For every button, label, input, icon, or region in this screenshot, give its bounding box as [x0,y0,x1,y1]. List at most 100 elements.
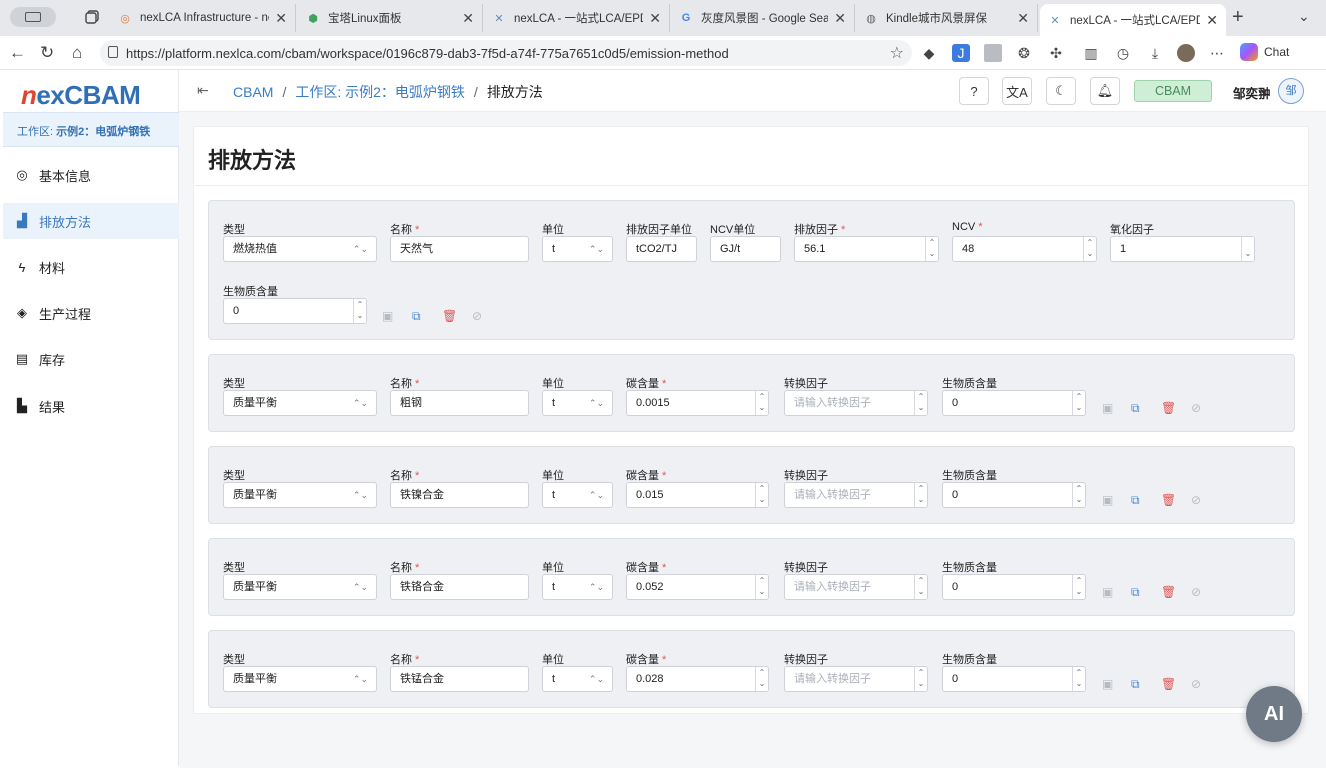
conversion-factor-input[interactable]: 请输入转换因子 ⌃ ⌄ [784,574,928,600]
puzzle-icon[interactable]: ✣ [1047,44,1065,62]
sidebar-toggle-icon[interactable] [10,7,56,27]
disable-icon[interactable]: ⊘ [1191,493,1201,507]
stepper-icon[interactable]: ⌃ ⌄ [914,391,927,415]
type-select[interactable]: 质量平衡 ⌃⌄ [223,390,377,416]
carbon-content-input[interactable]: 0.052 ⌃ ⌄ [626,574,769,600]
back-icon[interactable]: ← [9,43,26,63]
biomass-input[interactable]: 0 ⌃ ⌄ [942,666,1086,692]
extension-icon[interactable] [984,44,1002,62]
type-select[interactable]: 质量平衡 ⌃⌄ [223,666,377,692]
copy-icon[interactable]: ⧉ [1131,401,1140,416]
sidebar-item-inventory[interactable]: ▤ 库存 [3,341,179,377]
more-icon[interactable]: ⋯ [1208,44,1226,62]
unit-select[interactable]: t ⌃⌄ [542,390,613,416]
avatar[interactable]: 邹 [1278,78,1304,104]
sidebar-item-basic-info[interactable]: ◎ 基本信息 [3,157,179,193]
conversion-factor-input[interactable]: 请输入转换因子 ⌃ ⌄ [784,390,928,416]
copy-icon[interactable]: ⧉ [1131,585,1140,600]
ai-assistant-button[interactable]: AI [1246,686,1302,742]
download-icon[interactable]: ⤓ [1146,44,1164,62]
stepper-icon[interactable]: ⌃ ⌄ [914,667,927,691]
name-input[interactable]: 铁镍合金 [390,482,529,508]
close-tab-icon[interactable]: ✕ [1206,12,1218,29]
profile-avatar[interactable] [1177,44,1195,62]
disable-icon[interactable]: ⊘ [1191,677,1201,691]
unit-select[interactable]: t ⌃⌄ [542,574,613,600]
unit-select[interactable]: t ⌃⌄ [542,236,613,262]
ef-input[interactable]: 56.1 ⌃ ⌄ [794,236,939,262]
collapse-sidebar-icon[interactable]: ⇤ [197,82,209,99]
carbon-content-input[interactable]: 0.028 ⌃ ⌄ [626,666,769,692]
browser-tab[interactable]: ⬢ 宝塔Linux面板 ✕ [298,4,483,32]
delete-icon[interactable]: 🗑︎ [1161,585,1176,599]
stepper-icon[interactable]: ⌃ ⌄ [353,299,366,323]
name-input[interactable]: 天然气 [390,236,529,262]
save-icon[interactable]: ▣ [1102,493,1113,507]
close-tab-icon[interactable]: ✕ [649,10,661,27]
dark-mode-button[interactable]: ☾ [1046,77,1076,105]
carbon-content-input[interactable]: 0.015 ⌃ ⌄ [626,482,769,508]
copy-icon[interactable]: ⧉ [1131,677,1140,692]
notifications-button[interactable]: 🔔︎ [1090,77,1120,105]
disable-icon[interactable]: ⊘ [1191,585,1201,599]
stepper-icon[interactable]: ⌃ ⌄ [755,667,768,691]
reload-icon[interactable]: ↻ [40,43,54,63]
tab-actions-icon[interactable] [84,9,100,25]
history-icon[interactable]: ◷ [1114,44,1132,62]
url-field[interactable]: https://platform.nexlca.com/cbam/workspa… [100,40,912,66]
stepper-icon[interactable]: ⌃ ⌄ [1083,237,1096,261]
stepper-icon[interactable]: ⌃ ⌄ [755,391,768,415]
browser-tab[interactable]: ◍ Kindle城市风景屏保 ✕ [856,4,1038,32]
sidebar-item-materials[interactable]: ϟ 材料 [3,249,179,285]
stepper-icon[interactable]: ⌃ ⌄ [1072,483,1085,507]
disable-icon[interactable]: ⊘ [1191,401,1201,415]
save-icon[interactable]: ▣ [1102,677,1113,691]
delete-icon[interactable]: 🗑︎ [1161,401,1176,415]
name-input[interactable]: 铁锰合金 [390,666,529,692]
extension-icon[interactable]: ❂ [1015,44,1033,62]
sidebar-item-results[interactable]: ▙ 结果 [3,388,179,424]
breadcrumb-cbam[interactable]: CBAM [233,84,273,100]
type-select[interactable]: 质量平衡 ⌃⌄ [223,482,377,508]
conversion-factor-input[interactable]: 请输入转换因子 ⌃ ⌄ [784,666,928,692]
close-tab-icon[interactable]: ✕ [1017,10,1029,27]
delete-icon[interactable]: 🗑︎ [442,309,457,323]
close-tab-icon[interactable]: ✕ [275,10,287,27]
delete-icon[interactable]: 🗑︎ [1161,677,1176,691]
type-select[interactable]: 质量平衡 ⌃⌄ [223,574,377,600]
copy-icon[interactable]: ⧉ [412,309,421,324]
biomass-input[interactable]: 0 ⌃ ⌄ [942,390,1086,416]
stepper-icon[interactable]: ⌄ [1241,237,1254,261]
extension-icon[interactable]: J [952,44,970,62]
sidebar-item-emission-method[interactable]: ▟ 排放方法 [3,203,179,239]
biomass-input[interactable]: 0 ⌃ ⌄ [942,574,1086,600]
close-tab-icon[interactable]: ✕ [834,10,846,27]
home-icon[interactable]: ⌂ [72,43,82,63]
disable-icon[interactable]: ⊘ [472,309,482,323]
save-icon[interactable]: ▣ [1102,585,1113,599]
sidebar-item-production[interactable]: ◈ 生产过程 [3,295,179,331]
ncv-input[interactable]: 48 ⌃ ⌄ [952,236,1097,262]
extension-icon[interactable]: ◆ [920,44,938,62]
ef-unit-input[interactable]: tCO2/TJ [626,236,697,262]
chevron-down-icon[interactable]: ⌄ [1298,8,1310,25]
copy-icon[interactable]: ⧉ [1131,493,1140,508]
browser-tab[interactable]: ◎ nexLCA Infrastructure - nex ✕ [110,4,296,32]
stepper-icon[interactable]: ⌃ ⌄ [755,483,768,507]
new-tab-icon[interactable]: + [1232,6,1244,29]
stepper-icon[interactable]: ⌃ ⌄ [914,575,927,599]
stepper-icon[interactable]: ⌃ ⌄ [914,483,927,507]
oxidation-input[interactable]: 1 ⌄ [1110,236,1255,262]
save-icon[interactable]: ▣ [1102,401,1113,415]
unit-select[interactable]: t ⌃⌄ [542,666,613,692]
name-input[interactable]: 粗钢 [390,390,529,416]
delete-icon[interactable]: 🗑︎ [1161,493,1176,507]
carbon-content-input[interactable]: 0.0015 ⌃ ⌄ [626,390,769,416]
copilot-chat-button[interactable]: Chat [1240,43,1289,61]
breadcrumb-workspace[interactable]: 工作区: 示例2：电弧炉钢铁 [295,82,465,102]
stepper-icon[interactable]: ⌃ ⌄ [1072,391,1085,415]
translate-button[interactable]: 文A [1002,77,1032,105]
save-icon[interactable]: ▣ [382,309,393,323]
unit-select[interactable]: t ⌃⌄ [542,482,613,508]
close-tab-icon[interactable]: ✕ [462,10,474,27]
